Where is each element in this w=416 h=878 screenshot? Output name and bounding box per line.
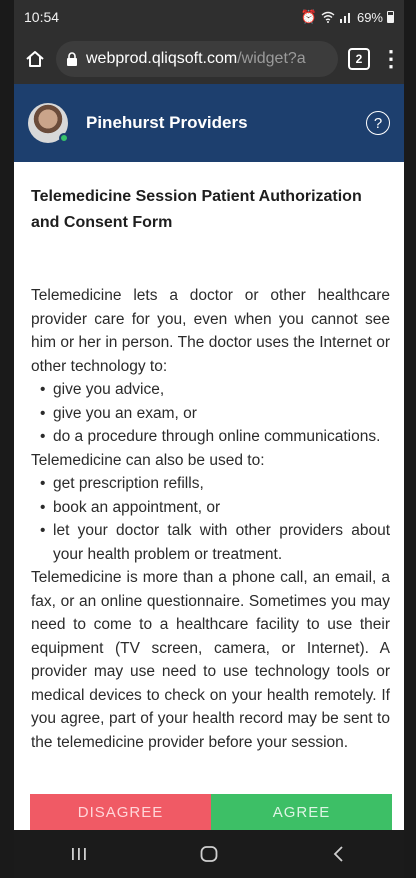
help-icon[interactable]: ? <box>366 111 390 135</box>
consent-actions: DISAGREE AGREE <box>30 794 392 830</box>
url-host: webprod.qliqsoft.com <box>86 50 238 67</box>
document-title: Telemedicine Session Patient Authorizati… <box>31 188 362 231</box>
menu-dots-icon[interactable]: ⋮ <box>380 48 402 70</box>
browser-toolbar: webprod.qliqsoft.com/widget?a 2 ⋮ <box>14 34 404 84</box>
header-title: Pinehurst Providers <box>86 113 248 132</box>
wifi-icon <box>321 11 335 23</box>
online-status-dot <box>59 133 69 143</box>
phone-screen: 10:54 ⏰ 69% webprod.qliqsoft.com/widget?… <box>14 0 404 878</box>
agree-button[interactable]: AGREE <box>211 794 392 830</box>
lock-icon <box>67 52 77 66</box>
home-icon[interactable] <box>24 48 46 70</box>
disagree-button[interactable]: DISAGREE <box>30 794 211 830</box>
battery-icon <box>387 11 394 23</box>
battery-percent: 69% <box>356 9 383 25</box>
status-icons: ⏰ 69% <box>301 9 394 25</box>
list-item: do a procedure through online communicat… <box>31 425 390 449</box>
list-item: give you an exam, or <box>31 402 390 426</box>
alarm-icon: ⏰ <box>300 9 317 24</box>
app-header: Pinehurst Providers ? <box>14 84 404 162</box>
status-time: 10:54 <box>24 9 60 25</box>
list-item: let your doctor talk with other provider… <box>31 519 390 566</box>
avatar <box>28 103 69 143</box>
back-icon[interactable] <box>319 834 359 874</box>
list-item: book an appointment, or <box>31 496 390 520</box>
tab-switcher-button[interactable]: 2 <box>348 48 370 70</box>
additional-uses-list: get prescription refills, book an appoin… <box>31 472 390 566</box>
url-text: webprod.qliqsoft.com/widget?a <box>86 50 306 68</box>
also-paragraph: Telemedicine can also be used to: <box>31 451 265 469</box>
body-paragraph: Telemedicine is more than a phone call, … <box>31 569 390 751</box>
consent-document[interactable]: Telemedicine Session Patient Authorizati… <box>14 162 404 794</box>
system-nav-bar <box>14 830 404 878</box>
signal-icon <box>339 13 350 23</box>
intro-paragraph: Telemedicine lets a doctor or other heal… <box>31 287 390 375</box>
list-item: get prescription refills, <box>31 472 390 496</box>
url-path: /widget?a <box>237 50 306 67</box>
list-item: give you advice, <box>31 378 390 402</box>
address-bar[interactable]: webprod.qliqsoft.com/widget?a <box>56 41 338 77</box>
recents-icon[interactable] <box>59 834 99 874</box>
uses-list: give you advice, give you an exam, or do… <box>31 378 390 449</box>
status-bar: 10:54 ⏰ 69% <box>14 0 404 34</box>
home-nav-icon[interactable] <box>189 834 229 874</box>
